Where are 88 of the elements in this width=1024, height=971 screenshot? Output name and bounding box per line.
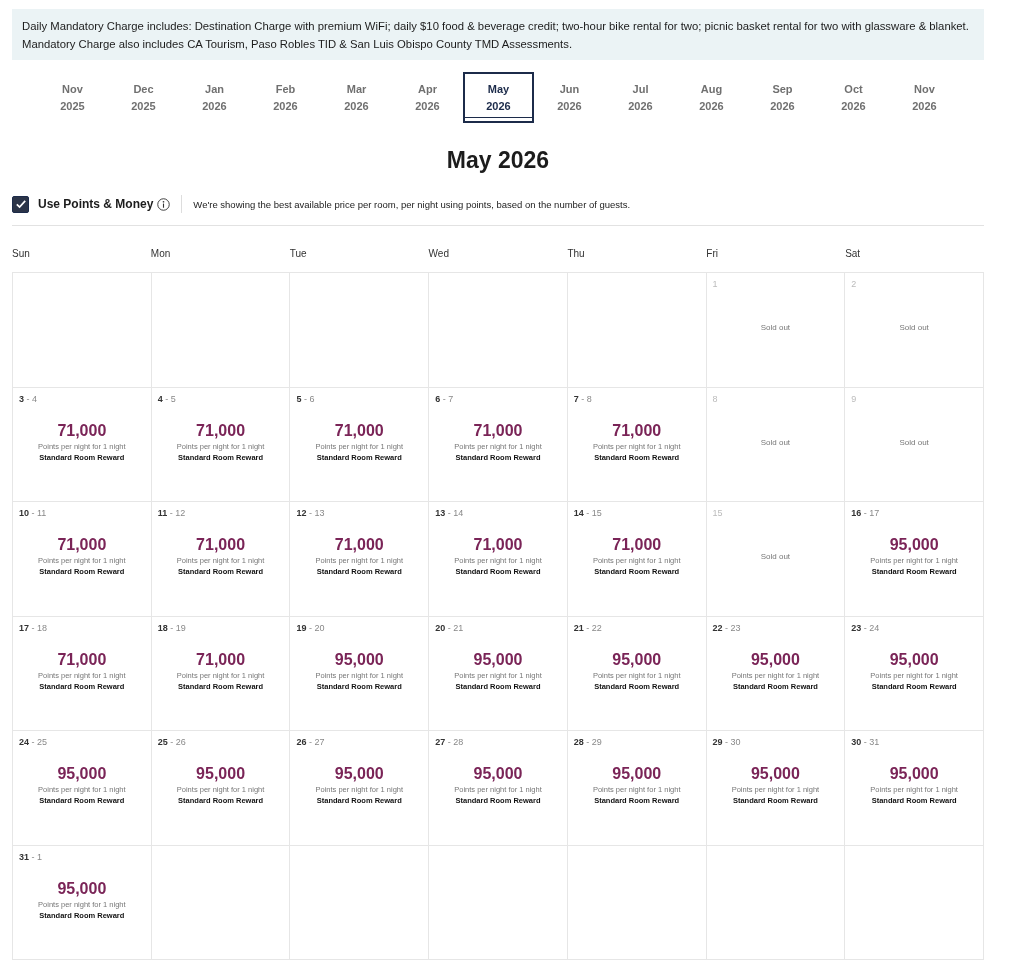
points-price: 71,000 xyxy=(612,420,662,440)
date-range: 16 - 17 xyxy=(851,508,880,518)
points-price: 95,000 xyxy=(612,649,662,669)
points-price: 71,000 xyxy=(57,649,107,669)
date-range: 27 - 28 xyxy=(435,737,464,747)
points-price: 95,000 xyxy=(750,649,800,669)
date-range: 12 - 13 xyxy=(296,508,325,518)
points-checkbox[interactable] xyxy=(12,195,29,213)
sold-out-label: Sold out xyxy=(760,323,791,333)
date-range: 17 - 18 xyxy=(19,622,48,633)
month-tab[interactable]: Mar 2026 xyxy=(321,72,392,123)
month-tab[interactable]: Oct 2026 xyxy=(818,72,889,123)
date-number: 9 xyxy=(851,393,857,404)
points-price: 71,000 xyxy=(334,420,384,440)
points-price: 95,000 xyxy=(889,535,939,555)
month-tab[interactable]: Jan 2026 xyxy=(179,72,250,123)
month-tab[interactable]: Nov 2025 xyxy=(37,72,108,123)
date-range: 26 - 27 xyxy=(296,737,325,747)
weekday-label: Thu xyxy=(567,248,586,261)
date-range: 28 - 29 xyxy=(573,737,602,747)
date-range: 31 - 1 xyxy=(19,851,43,862)
month-tab[interactable]: May 2026 xyxy=(463,72,534,123)
sold-out-label: Sold out xyxy=(899,323,929,333)
points-price: 95,000 xyxy=(473,764,523,784)
points-price: 95,000 xyxy=(889,764,939,784)
date-range: 30 - 31 xyxy=(851,737,880,747)
date-number: 15 xyxy=(712,508,723,518)
weekday-label: Wed xyxy=(428,248,450,261)
month-tab[interactable]: Aug 2026 xyxy=(676,72,747,123)
points-price: 95,000 xyxy=(612,764,662,784)
month-tab[interactable]: Apr 2026 xyxy=(392,72,463,123)
points-price: 71,000 xyxy=(473,535,523,555)
date-number: 8 xyxy=(712,393,718,404)
points-price: 71,000 xyxy=(196,535,246,555)
month-title: May 2026 xyxy=(445,146,551,175)
date-range: 25 - 26 xyxy=(157,737,186,747)
points-price: 95,000 xyxy=(57,764,107,784)
date-range: 3 - 4 xyxy=(19,393,38,404)
month-tab[interactable]: Jun 2026 xyxy=(534,72,605,123)
date-range: 21 - 22 xyxy=(573,622,602,633)
points-price: 71,000 xyxy=(57,535,107,555)
date-range: 5 - 6 xyxy=(296,393,315,404)
weekday-label: Sat xyxy=(845,248,862,261)
date-range: 29 - 30 xyxy=(712,737,741,747)
sold-out-label: Sold out xyxy=(760,552,791,562)
points-price: 71,000 xyxy=(57,420,107,440)
points-price: 71,000 xyxy=(473,420,523,440)
date-range: 19 - 20 xyxy=(296,622,325,633)
sold-out-label: Sold out xyxy=(899,437,929,447)
points-price: 71,000 xyxy=(196,649,246,669)
weekday-label: Mon xyxy=(150,248,172,261)
date-number: 2 xyxy=(851,279,857,289)
points-price: 95,000 xyxy=(750,764,800,784)
points-price: 95,000 xyxy=(57,878,107,898)
points-price: 71,000 xyxy=(334,535,384,555)
weekday-label: Tue xyxy=(289,248,308,261)
points-price: 95,000 xyxy=(473,649,523,669)
points-price: 95,000 xyxy=(889,649,939,669)
date-range: 11 - 12 xyxy=(157,508,186,518)
points-price: 95,000 xyxy=(196,764,246,784)
points-toggle-label[interactable]: Use Points & Money xyxy=(38,197,154,211)
points-price: 71,000 xyxy=(196,420,246,440)
points-note: We're showing the best available price per room, per night using points, based on the number of guests. xyxy=(193,198,631,210)
weekday-label: Fri xyxy=(706,248,719,261)
date-range: 10 - 11 xyxy=(19,508,47,518)
month-tab[interactable]: Jul 2026 xyxy=(605,72,676,123)
month-tab[interactable]: Nov 2026 xyxy=(889,72,960,123)
date-range: 20 - 21 xyxy=(435,622,464,633)
date-range: 14 - 15 xyxy=(573,508,602,518)
month-tab[interactable]: Feb 2026 xyxy=(250,72,321,123)
points-price: 95,000 xyxy=(334,764,384,784)
date-range: 7 - 8 xyxy=(573,393,592,404)
points-price: 71,000 xyxy=(612,535,662,555)
weekday-label: Sun xyxy=(12,248,31,261)
info-icon[interactable] xyxy=(157,197,171,211)
date-range: 24 - 25 xyxy=(19,737,48,747)
date-range: 18 - 19 xyxy=(157,622,186,633)
date-range: 23 - 24 xyxy=(851,622,880,633)
date-number: 1 xyxy=(712,279,718,289)
sold-out-label: Sold out xyxy=(760,437,791,447)
date-range: 22 - 23 xyxy=(712,622,741,633)
date-range: 13 - 14 xyxy=(435,508,464,518)
mandatory-charge-notice: Daily Mandatory Charge includes: Destination Charge with premium WiFi; daily $10 food & beverage credit; two-hour bike rental for two; picnic basket rental for two with glassware & blanket. Mandatory Charge also includes CA Tourism, Paso Robles TID & San Luis Obispo County TMD Assessments. xyxy=(12,9,984,60)
points-price: 95,000 xyxy=(334,649,384,669)
month-tab[interactable]: Sep 2026 xyxy=(747,72,818,123)
date-range: 6 - 7 xyxy=(435,393,454,404)
date-range: 4 - 5 xyxy=(157,393,176,404)
month-tab[interactable]: Dec 2025 xyxy=(108,72,179,123)
